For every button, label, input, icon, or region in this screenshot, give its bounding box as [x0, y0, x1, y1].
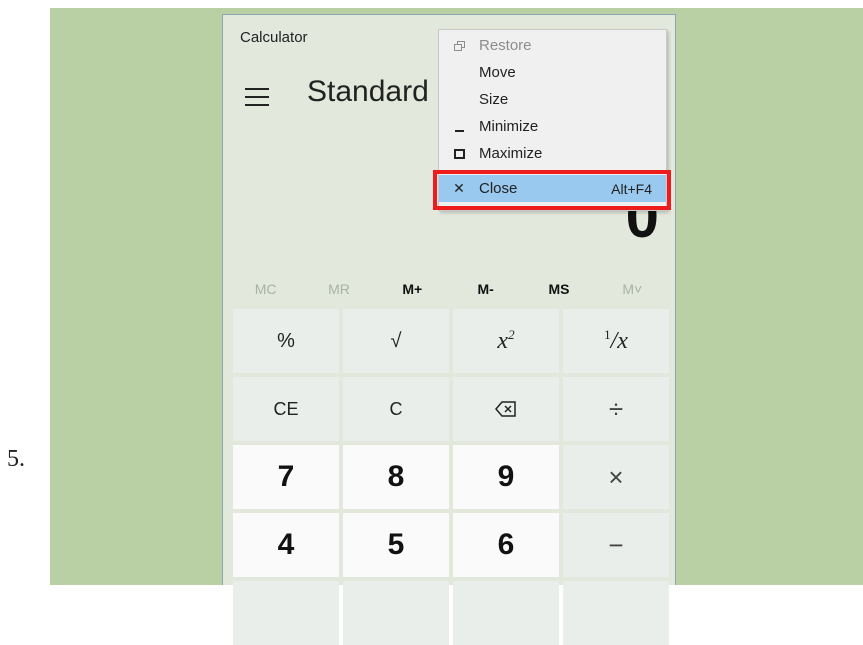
- window-title: Calculator: [240, 29, 308, 46]
- divide-button[interactable]: ÷: [563, 377, 669, 441]
- percent-button[interactable]: %: [233, 309, 339, 373]
- memory-list-button[interactable]: M˅: [596, 277, 669, 307]
- keypad-row-cutoff[interactable]: [343, 581, 449, 645]
- clear-entry-button[interactable]: CE: [233, 377, 339, 441]
- memory-store-button[interactable]: MS: [522, 277, 595, 307]
- memory-recall-button[interactable]: MR: [302, 277, 375, 307]
- sqrt-button[interactable]: √: [343, 309, 449, 373]
- backspace-icon: [495, 401, 516, 417]
- menu-item-maximize[interactable]: Maximize: [439, 140, 666, 167]
- digit-8-button[interactable]: 8: [343, 445, 449, 509]
- mode-title: Standard: [307, 75, 429, 108]
- memory-row: MC MR M+ M- MS M˅: [229, 277, 669, 307]
- keypad-row-cutoff[interactable]: [233, 581, 339, 645]
- keypad-row-cutoff[interactable]: [563, 581, 669, 645]
- digit-9-button[interactable]: 9: [453, 445, 559, 509]
- reciprocal-button[interactable]: 1/x: [563, 309, 669, 373]
- memory-clear-button[interactable]: MC: [229, 277, 302, 307]
- keypad-row-cutoff[interactable]: [453, 581, 559, 645]
- digit-6-button[interactable]: 6: [453, 513, 559, 577]
- multiply-button[interactable]: ×: [563, 445, 669, 509]
- maximize-icon: [453, 148, 465, 159]
- annotation-highlight-box: [433, 170, 671, 210]
- menu-item-move[interactable]: Move: [439, 59, 666, 86]
- keypad: % √ x2 1/x CE C ÷ 7 8 9 × 4 5 6 −: [233, 309, 673, 645]
- restore-icon: [454, 41, 465, 51]
- memory-subtract-button[interactable]: M-: [449, 277, 522, 307]
- square-button[interactable]: x2: [453, 309, 559, 373]
- digit-4-button[interactable]: 4: [233, 513, 339, 577]
- menu-item-restore[interactable]: Restore: [439, 32, 666, 59]
- backspace-button[interactable]: [453, 377, 559, 441]
- menu-item-minimize[interactable]: Minimize: [439, 113, 666, 140]
- menu-item-size[interactable]: Size: [439, 86, 666, 113]
- step-number: 5.: [7, 446, 25, 472]
- clear-button[interactable]: C: [343, 377, 449, 441]
- digit-7-button[interactable]: 7: [233, 445, 339, 509]
- hamburger-menu-icon[interactable]: [245, 88, 269, 106]
- memory-add-button[interactable]: M+: [376, 277, 449, 307]
- minimize-icon: [454, 129, 464, 132]
- digit-5-button[interactable]: 5: [343, 513, 449, 577]
- minus-button[interactable]: −: [563, 513, 669, 577]
